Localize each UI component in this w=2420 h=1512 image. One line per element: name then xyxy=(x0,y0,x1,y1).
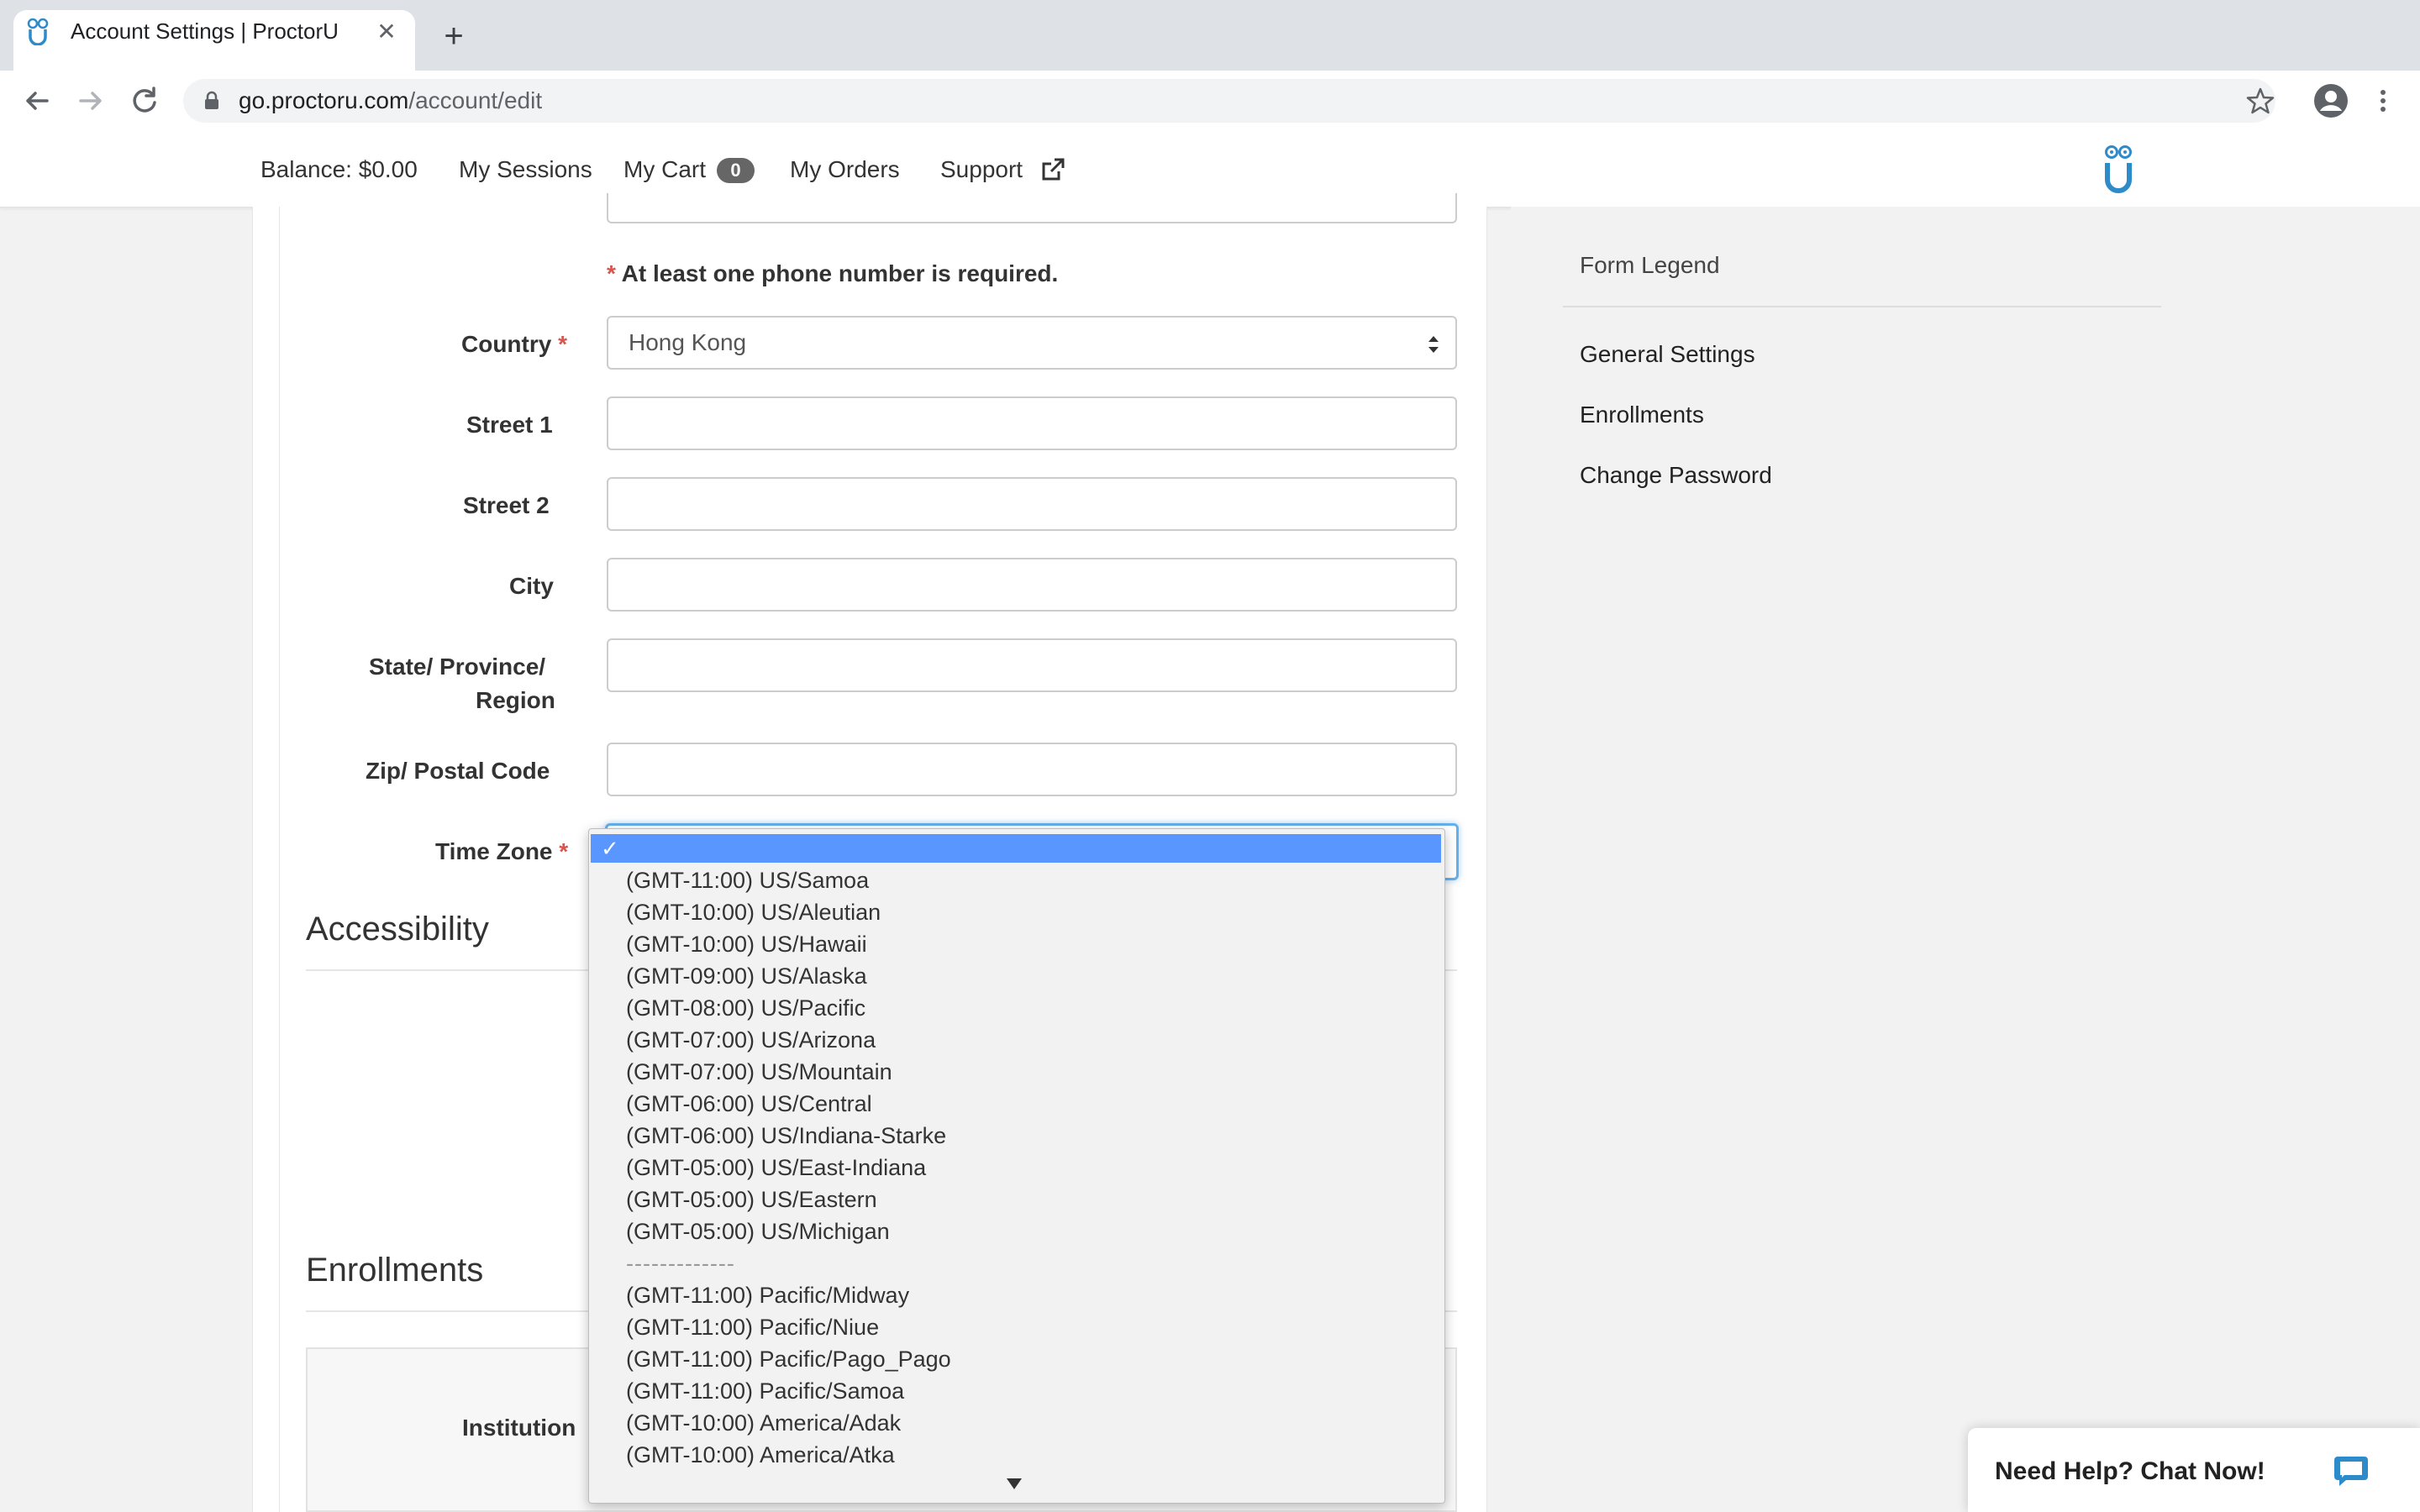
panel-inner-border xyxy=(279,207,280,1512)
timezone-option[interactable]: (GMT-10:00) America/Adak xyxy=(589,1407,1444,1439)
timezone-option[interactable]: (GMT-11:00) Pacific/Samoa xyxy=(589,1375,1444,1407)
institution-label: Institution xyxy=(462,1415,576,1441)
phone-required-note: * At least one phone number is required. xyxy=(607,257,1058,291)
scroll-down-arrow-icon[interactable] xyxy=(1004,1476,1024,1491)
required-asterisk: * xyxy=(607,260,616,286)
timezone-option[interactable]: (GMT-11:00) Pacific/Pago_Pago xyxy=(589,1343,1444,1375)
select-arrows-icon xyxy=(1428,336,1439,353)
accessibility-heading: Accessibility xyxy=(306,911,489,948)
legend-link-change-password[interactable]: Change Password xyxy=(1580,459,1772,492)
profile-avatar-icon[interactable] xyxy=(2312,82,2349,119)
timezone-option[interactable]: (GMT-10:00) US/Aleutian xyxy=(589,896,1444,928)
timezone-separator: ------------- xyxy=(626,1251,735,1276)
tab-title: Account Settings | ProctorU xyxy=(71,18,339,44)
proctoru-favicon-icon xyxy=(27,18,49,45)
url-text[interactable]: go.proctoru.com/account/edit xyxy=(239,83,542,118)
timezone-option[interactable]: (GMT-11:00) Pacific/Midway xyxy=(589,1279,1444,1311)
phone-input-partial[interactable] xyxy=(607,193,1457,223)
timezone-option[interactable]: (GMT-05:00) US/East-Indiana xyxy=(589,1152,1444,1184)
chat-now-label[interactable]: Need Help? Chat Now! xyxy=(1995,1455,2265,1488)
timezone-option[interactable]: (GMT-06:00) US/Central xyxy=(589,1088,1444,1120)
cart-count-badge: 0 xyxy=(717,158,755,183)
chat-bubble-icon[interactable] xyxy=(2333,1452,2370,1488)
timezone-option[interactable]: (GMT-11:00) Pacific/Niue xyxy=(589,1311,1444,1343)
state-input[interactable] xyxy=(607,638,1457,692)
country-label: Country * xyxy=(461,328,567,361)
street1-label: Street 1 xyxy=(466,412,553,438)
timezone-options: (GMT-11:00) US/Samoa (GMT-10:00) US/Aleu… xyxy=(589,864,1444,1471)
url-path: /account/edit xyxy=(408,87,543,113)
zip-input[interactable] xyxy=(607,743,1457,796)
legend-link-general-settings[interactable]: General Settings xyxy=(1580,338,1755,371)
street2-label: Street 2 xyxy=(463,492,550,518)
timezone-label-text: Time Zone xyxy=(435,838,553,864)
legend-link-enrollments[interactable]: Enrollments xyxy=(1580,398,1704,432)
back-arrow-icon[interactable] xyxy=(17,81,57,121)
timezone-option[interactable]: (GMT-10:00) America/Atka xyxy=(589,1439,1444,1471)
city-label: City xyxy=(509,573,554,599)
my-orders-link[interactable]: My Orders xyxy=(790,156,900,183)
timezone-label: Time Zone * xyxy=(435,835,568,869)
state-label-line1: State/ Province/ xyxy=(369,654,546,680)
timezone-option[interactable]: (GMT-07:00) US/Arizona xyxy=(589,1024,1444,1056)
timezone-option[interactable]: (GMT-09:00) US/Alaska xyxy=(589,960,1444,992)
url-host: go.proctoru.com xyxy=(239,87,409,113)
form-legend-title: Form Legend xyxy=(1580,252,1720,278)
country-label-text: Country xyxy=(461,331,552,357)
required-asterisk: * xyxy=(559,838,569,864)
my-cart-link[interactable]: My Cart xyxy=(623,156,706,183)
lock-icon[interactable] xyxy=(200,89,224,113)
my-sessions-link[interactable]: My Sessions xyxy=(459,156,592,183)
timezone-option[interactable]: (GMT-08:00) US/Pacific xyxy=(589,992,1444,1024)
timezone-option[interactable]: (GMT-06:00) US/Indiana-Starke xyxy=(589,1120,1444,1152)
street2-input[interactable] xyxy=(607,477,1457,531)
street1-input[interactable] xyxy=(607,396,1457,450)
timezone-option[interactable]: (GMT-11:00) US/Samoa xyxy=(589,864,1444,896)
timezone-option-selected-blank[interactable]: ✓ xyxy=(591,834,1441,863)
timezone-option[interactable]: (GMT-10:00) US/Hawaii xyxy=(589,928,1444,960)
bookmark-star-icon[interactable] xyxy=(2245,86,2275,116)
legend-divider xyxy=(1563,306,2161,307)
timezone-option[interactable]: (GMT-07:00) US/Mountain xyxy=(589,1056,1444,1088)
timezone-dropdown-list[interactable]: ✓ (GMT-11:00) US/Samoa (GMT-10:00) US/Al… xyxy=(588,828,1445,1504)
country-selected-value: Hong Kong xyxy=(629,329,747,355)
external-link-icon[interactable] xyxy=(1040,157,1065,182)
balance-link[interactable]: Balance: $0.00 xyxy=(260,156,418,183)
phone-note-text: At least one phone number is required. xyxy=(621,260,1059,286)
close-tab-icon[interactable]: ✕ xyxy=(373,18,400,45)
timezone-option[interactable]: (GMT-05:00) US/Eastern xyxy=(589,1184,1444,1215)
city-input[interactable] xyxy=(607,558,1457,612)
zip-label: Zip/ Postal Code xyxy=(366,758,550,784)
state-label-line2: Region xyxy=(476,687,555,713)
timezone-option[interactable]: (GMT-05:00) US/Michigan xyxy=(589,1215,1444,1247)
reload-icon[interactable] xyxy=(124,81,165,121)
enrollments-heading: Enrollments xyxy=(306,1252,484,1289)
forward-arrow-icon[interactable] xyxy=(71,81,111,121)
required-asterisk: * xyxy=(558,331,568,357)
new-tab-plus-icon[interactable]: + xyxy=(437,19,471,54)
support-link[interactable]: Support xyxy=(940,156,1023,183)
browser-menu-icon[interactable] xyxy=(2371,86,2395,116)
checkmark-icon: ✓ xyxy=(601,836,619,861)
proctoru-logo-icon[interactable] xyxy=(2101,143,2136,197)
